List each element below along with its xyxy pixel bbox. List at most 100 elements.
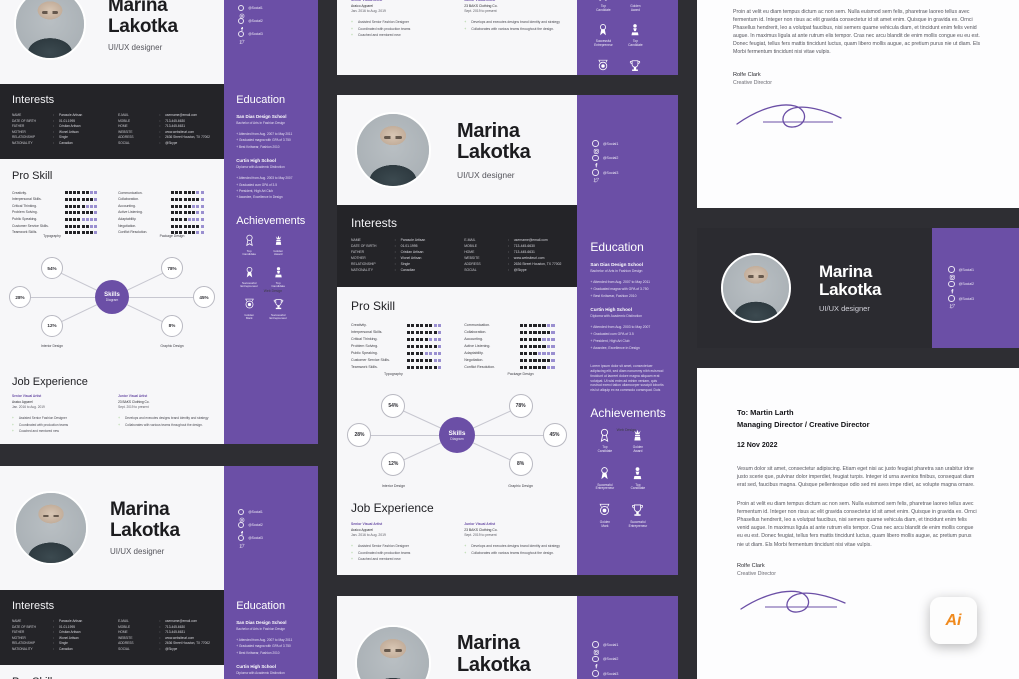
instagram-icon[interactable] xyxy=(238,508,245,522)
pro-skill-dot xyxy=(429,344,433,349)
education-school: San Dias Design School xyxy=(236,114,287,119)
facebook-icon[interactable] xyxy=(592,154,599,168)
social-handle: @Social1 xyxy=(958,267,974,272)
social-row[interactable]: @Social1 xyxy=(238,508,318,522)
instagram-icon[interactable] xyxy=(592,641,600,655)
social-row[interactable]: @Social3 xyxy=(948,295,1019,308)
pro-skill-dot xyxy=(94,231,98,235)
interests-row: SOCIAL: @Skype xyxy=(118,141,212,147)
resume-card-top-left[interactable]: Marina Lakotka UI/UX designer Interests … xyxy=(0,0,318,444)
achievement-item: Top Candidate xyxy=(265,266,291,289)
diagram-node-label: Web Design xyxy=(616,428,637,433)
pro-skill-dot xyxy=(424,344,428,349)
resume-card-center-main[interactable]: Marina Lakotka UI/UX designer Interests … xyxy=(337,95,678,575)
social-row[interactable]: @Social3 xyxy=(592,670,678,679)
pro-skill-row: Teamwork Skills. xyxy=(351,364,450,371)
interests-key: SOCIAL xyxy=(118,140,130,145)
social-row[interactable]: @Social1 xyxy=(948,266,1019,280)
pro-skill-rating xyxy=(64,191,98,195)
social-row[interactable]: @Social2 xyxy=(592,655,678,669)
pro-skill-dot xyxy=(411,330,415,335)
medal-icon xyxy=(596,0,610,2)
diagram-center: Skills Diagram xyxy=(95,280,129,315)
pro-skill-dot xyxy=(524,323,528,328)
interests-title: Interests xyxy=(12,94,55,106)
pro-skill-dot xyxy=(179,204,183,208)
job-bullet: + Coordinated with production teams xyxy=(351,550,450,557)
instagram-icon[interactable] xyxy=(238,4,245,18)
twitter-icon[interactable] xyxy=(238,30,245,44)
pro-skill-dot xyxy=(200,217,204,221)
adobe-illustrator-badge[interactable]: Ai xyxy=(930,597,977,644)
resume-card-top-center[interactable]: Senior Visual Artist Araico Apparel Jan. 2… xyxy=(337,0,678,75)
diagram-center-subtitle: Diagram xyxy=(105,298,119,303)
pro-skill-dot xyxy=(81,211,85,215)
facebook-icon[interactable] xyxy=(238,17,245,31)
social-row[interactable]: @Social1 xyxy=(592,140,678,154)
pro-skill-dot xyxy=(415,358,419,363)
pro-skill-dot xyxy=(537,351,542,356)
social-row[interactable]: @Social1 xyxy=(238,4,318,18)
pro-skill-dot xyxy=(551,330,555,335)
pro-skill-dot xyxy=(196,198,200,202)
pro-skill-dot xyxy=(81,224,85,228)
social-row[interactable]: @Social2 xyxy=(948,280,1019,294)
pro-skill-dot xyxy=(200,198,204,202)
pro-skill-dot xyxy=(196,224,200,228)
pro-skill-row: Active Listening. xyxy=(118,209,212,216)
pro-skill-dot xyxy=(406,365,410,370)
pro-skill-dot xyxy=(411,358,415,363)
facebook-icon[interactable] xyxy=(592,655,599,669)
instagram-icon[interactable] xyxy=(948,266,955,280)
pro-skill-dot xyxy=(179,191,183,195)
profile-role: UI/UX designer xyxy=(108,42,163,52)
social-row[interactable]: @Social3 xyxy=(238,30,318,44)
education-bullet: + Graduated cum GPA of 3.5 xyxy=(590,332,634,337)
facebook-icon[interactable] xyxy=(238,521,245,535)
pro-skill-name: Accounting. xyxy=(118,203,136,208)
social-row[interactable]: @Social2 xyxy=(238,521,318,535)
pro-skill-name: Communication. xyxy=(464,323,491,328)
pro-skill-dot xyxy=(528,351,532,356)
achievement-item: Successful Entrepreneur xyxy=(236,266,262,289)
social-row[interactable]: @Social3 xyxy=(592,169,678,182)
interests-row: SOCIAL: @Skype xyxy=(464,268,563,274)
social-row[interactable]: @Social2 xyxy=(592,154,678,168)
pro-skill-dot xyxy=(68,217,72,221)
profile-role: UI/UX designer xyxy=(110,546,165,556)
achievement-label: Golden Mark xyxy=(244,312,255,321)
diagram-node-value: 45% xyxy=(542,423,567,448)
pro-skill-name: Communication. xyxy=(118,190,143,195)
social-row[interactable]: @Social3 xyxy=(238,534,318,548)
pro-skill-dot xyxy=(424,330,428,335)
education-bullet-list: + Attended from Aug. 2007 to May 2011 + G… xyxy=(236,637,306,656)
profile-last-name: Lakotka xyxy=(819,280,882,299)
achievement-label: Golden Award xyxy=(630,4,641,12)
instagram-icon[interactable] xyxy=(592,140,600,154)
pro-skill-dot xyxy=(187,217,191,221)
social-row[interactable]: @Social1 xyxy=(592,641,678,655)
pro-skill-dot xyxy=(438,365,442,370)
cover-letter-card-top-right[interactable]: Proin at velit eu diam tempus dictum ac … xyxy=(697,0,1019,208)
resume-card-right-dark-header[interactable]: Marina Lakotka UI/UX designer @Social1 @S… xyxy=(697,228,1019,348)
resume-card-bottom-left[interactable]: Marina Lakotka UI/UX designer Interests … xyxy=(0,466,318,679)
pro-skill-dot xyxy=(68,191,72,195)
pro-skill-rating xyxy=(519,330,555,335)
twitter-icon[interactable] xyxy=(238,534,245,548)
facebook-icon[interactable] xyxy=(948,280,955,294)
resume-card-bottom-center[interactable]: Marina Lakotka UI/UX designer Interests … xyxy=(337,596,678,679)
social-row[interactable]: @Social2 xyxy=(238,17,318,31)
pro-skill-dot xyxy=(94,217,98,221)
pro-skill-dot xyxy=(85,211,89,215)
twitter-icon[interactable] xyxy=(592,169,600,182)
twitter-icon[interactable] xyxy=(592,670,600,679)
pro-skill-dot xyxy=(77,204,81,208)
twitter-icon[interactable] xyxy=(948,295,955,308)
achievement-item: Successful Entrepreneur xyxy=(621,59,649,75)
pro-skill-row: Problem Solving. xyxy=(351,343,450,350)
pro-skill-rating xyxy=(519,365,555,370)
pro-skill-dot xyxy=(68,204,72,208)
pro-skill-dot xyxy=(406,337,410,342)
pro-skill-dot xyxy=(524,365,528,370)
badge-icon xyxy=(596,59,610,73)
